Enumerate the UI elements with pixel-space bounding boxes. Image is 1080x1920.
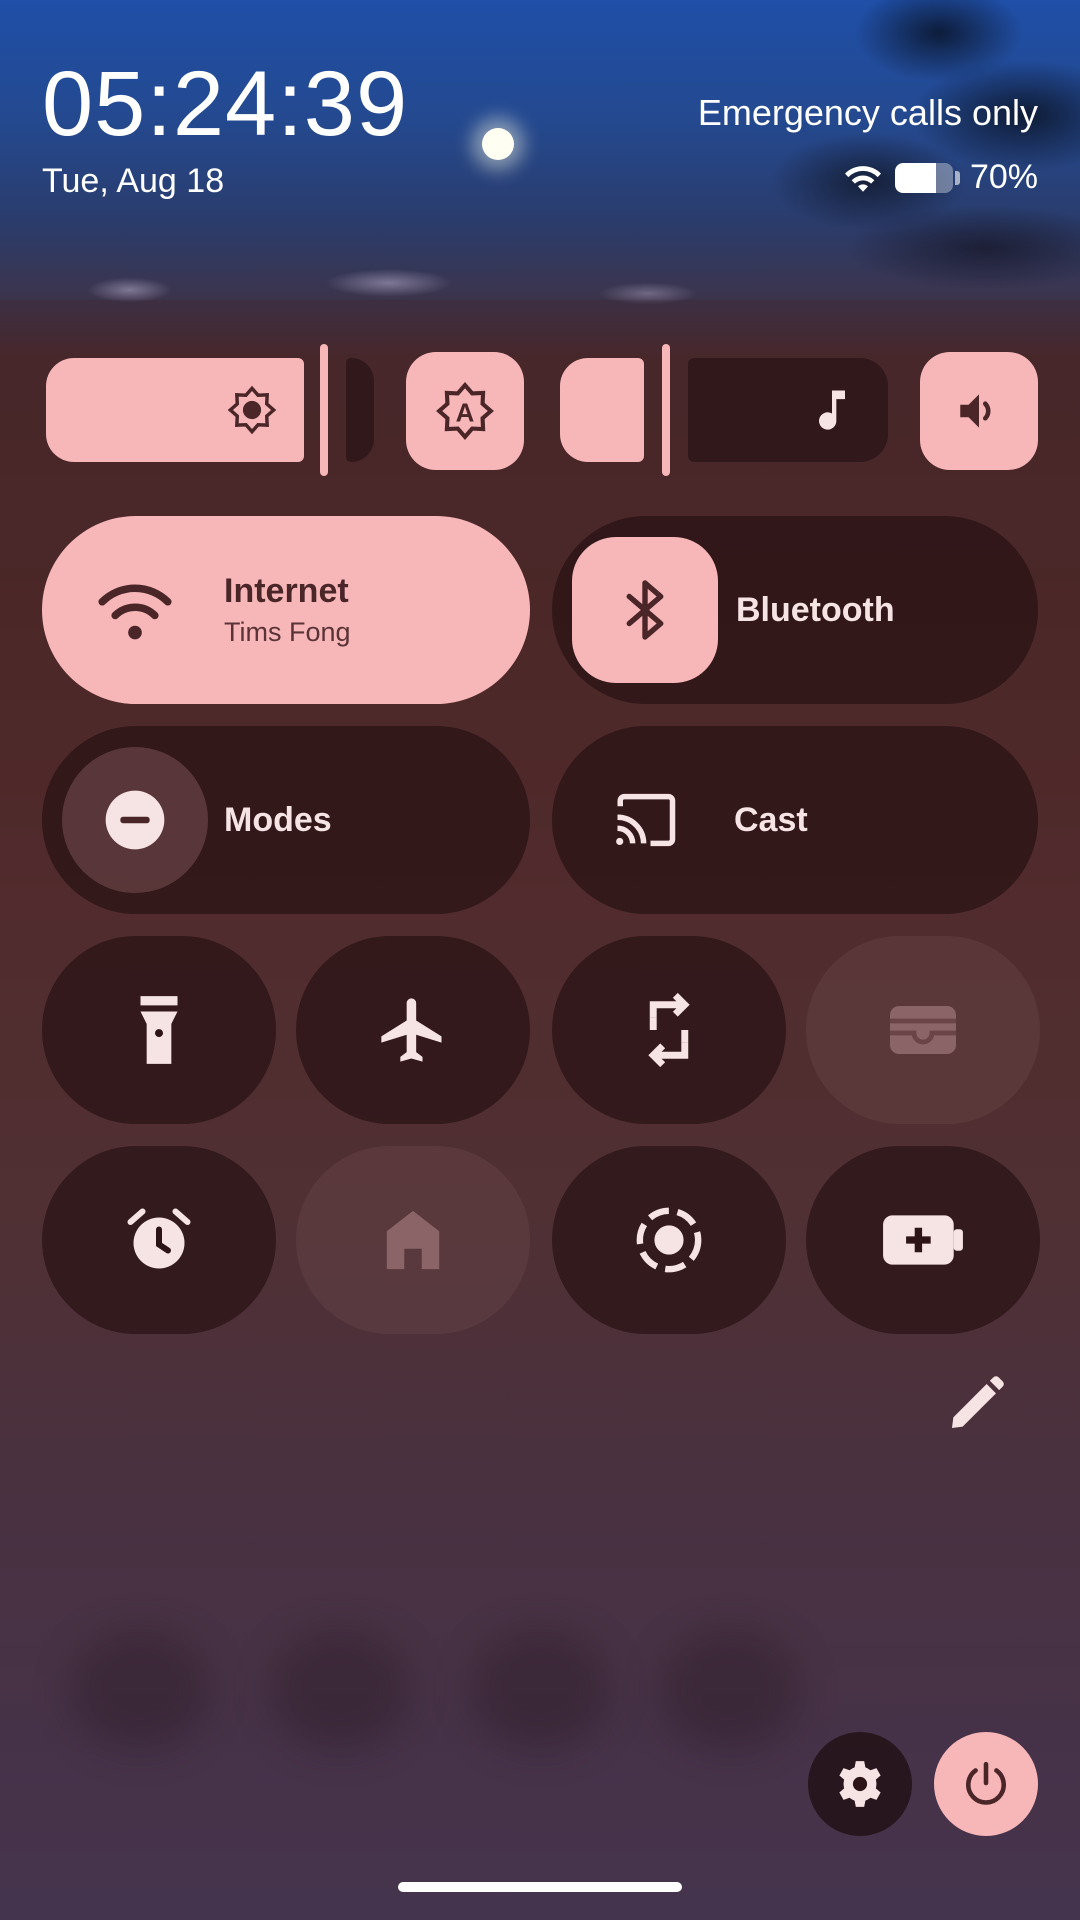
wallet-icon [890, 1006, 956, 1054]
airplane-mode-tile[interactable] [296, 936, 530, 1124]
battery-icon [894, 162, 953, 193]
moon [482, 128, 514, 160]
alarm-tile[interactable] [42, 1146, 276, 1334]
battery-saver-tile[interactable] [806, 1146, 1040, 1334]
bluetooth-icon [626, 580, 664, 640]
volume-button[interactable] [920, 352, 1038, 470]
do-not-disturb-icon [105, 790, 165, 850]
date[interactable]: Tue, Aug 18 [42, 162, 224, 201]
cast-label: Cast [734, 800, 808, 839]
volume-slider-fill [560, 358, 644, 462]
modes-tile[interactable]: Modes [42, 726, 530, 914]
battery-tip [954, 170, 960, 185]
gear-icon [839, 1761, 881, 1807]
volume-slider-track [688, 358, 888, 462]
power-icon [966, 1761, 1006, 1805]
auto-brightness-icon: A [436, 382, 494, 440]
auto-brightness-button[interactable]: A [406, 352, 524, 470]
svg-text:A: A [456, 399, 475, 427]
home-icon [386, 1210, 440, 1270]
modes-icon-box [62, 747, 208, 893]
screen-record-icon [636, 1207, 702, 1273]
blurred-notification [70, 1630, 210, 1750]
volume-slider-handle[interactable] [662, 344, 670, 476]
clock[interactable]: 05:24:39 [42, 58, 408, 150]
blurred-notification [270, 1630, 410, 1750]
blurred-notification [660, 1630, 800, 1750]
cast-tile[interactable]: Cast [552, 726, 1038, 914]
brightness-slider[interactable] [46, 344, 374, 476]
flashlight-tile[interactable] [42, 936, 276, 1124]
wifi-icon [98, 584, 172, 640]
settings-button[interactable] [808, 1732, 912, 1836]
internet-network-name: Tims Fong [224, 617, 351, 647]
screen-record-tile[interactable] [552, 1146, 786, 1334]
alarm-icon [127, 1208, 191, 1269]
battery-percent: 70% [969, 158, 1038, 196]
internet-label: Internet [224, 572, 349, 610]
auto-rotate-icon [648, 992, 690, 1068]
wifi-icon [844, 165, 881, 192]
blurred-notification [470, 1630, 610, 1750]
power-button[interactable] [934, 1732, 1038, 1836]
internet-tile[interactable]: Internet Tims Fong [42, 516, 530, 704]
brightness-slider-track [346, 358, 374, 462]
battery-saver-icon [883, 1215, 963, 1265]
navigation-handle[interactable] [398, 1882, 682, 1892]
brightness-slider-handle[interactable] [320, 344, 328, 476]
carrier-text: Emergency calls only [697, 92, 1038, 133]
bluetooth-tile[interactable]: Bluetooth [552, 516, 1038, 704]
cast-icon-box [572, 747, 718, 893]
wallet-tile[interactable] [806, 936, 1040, 1124]
home-tile[interactable] [296, 1146, 530, 1334]
brightness-icon [227, 385, 277, 435]
volume-slider[interactable] [560, 344, 888, 476]
edit-icon[interactable] [944, 1372, 1008, 1436]
bluetooth-label: Bluetooth [736, 590, 895, 629]
modes-label: Modes [224, 800, 332, 839]
cast-icon [616, 793, 676, 847]
auto-rotate-tile[interactable] [552, 936, 786, 1124]
status-icons[interactable]: 70% [841, 158, 1038, 197]
airplane-icon [381, 998, 442, 1062]
bluetooth-icon-box[interactable] [572, 537, 718, 683]
flashlight-icon [140, 996, 178, 1064]
volume-icon [960, 394, 991, 428]
internet-icon-box [62, 537, 208, 683]
music-note-icon [819, 390, 845, 430]
